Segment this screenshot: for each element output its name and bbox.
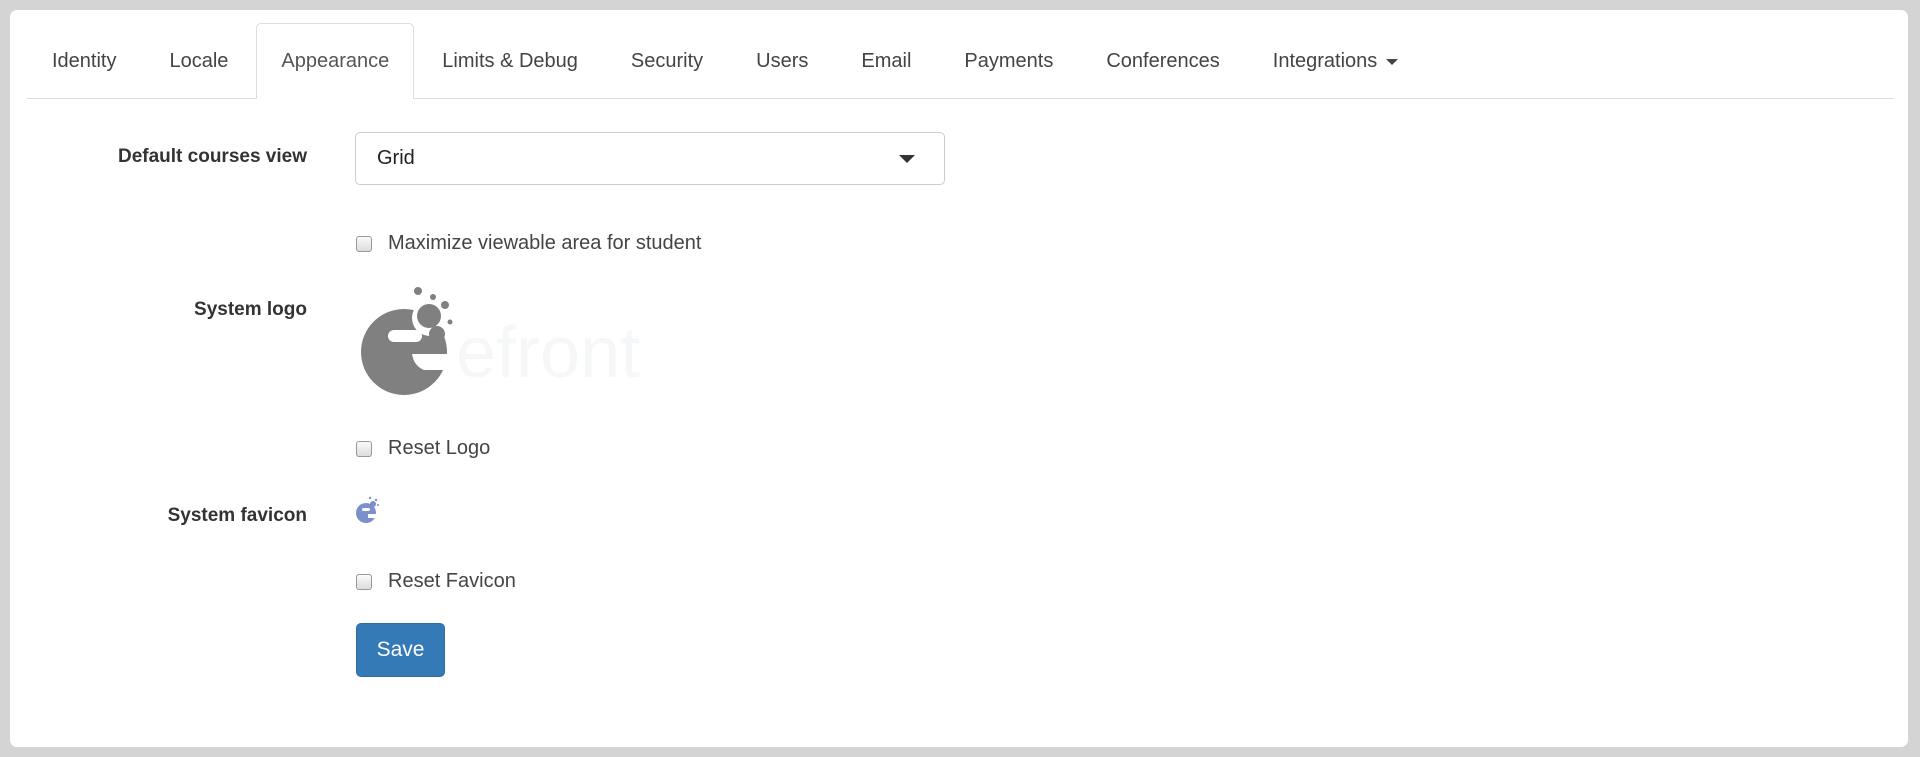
default-courses-view-label: Default courses view [117,146,307,167]
tab-identity[interactable]: Identity [27,24,141,98]
settings-panel: Identity Locale Appearance Limits & Debu… [10,10,1908,747]
tab-label: Limits & Debug [442,50,578,72]
checkbox-box[interactable] [356,440,372,457]
checkbox-box[interactable] [356,235,372,252]
tab-users[interactable]: Users [731,24,833,98]
tab-label: Integrations [1272,50,1378,72]
tab-label: Payments [964,50,1054,72]
system-logo-label: System logo [194,299,307,320]
tab-label: Locale [169,50,229,72]
checkbox-label: Reset Favicon [388,570,516,592]
tab-email[interactable]: Email [836,24,936,98]
tab-security[interactable]: Security [606,24,728,98]
select-value: Grid [377,147,415,169]
settings-tabs: Identity Locale Appearance Limits & Debu… [27,23,1894,99]
tab-label: Conferences [1106,50,1220,72]
tab-label: Email [861,50,912,72]
system-favicon-image [355,495,383,530]
caret-down-icon [899,155,915,163]
caret-down-icon [1386,58,1399,65]
tab-label: Security [630,50,704,72]
tab-conferences[interactable]: Conferences [1081,24,1244,98]
tab-limits-debug[interactable]: Limits & Debug [417,24,603,98]
checkbox-label: Reset Logo [388,437,491,459]
tab-label: Appearance [281,50,390,72]
reset-favicon-checkbox[interactable]: Reset Favicon [356,570,516,593]
tab-appearance[interactable]: Appearance [256,23,415,99]
checkbox-label: Maximize viewable area for student [388,232,702,254]
save-button[interactable]: Save [356,623,445,677]
system-logo-image: efront [354,282,674,402]
reset-logo-checkbox[interactable]: Reset Logo [356,437,490,460]
system-favicon-label: System favicon [167,505,307,526]
tab-label: Identity [52,50,117,72]
tab-integrations[interactable]: Integrations [1248,24,1424,98]
maximize-viewable-area-checkbox[interactable]: Maximize viewable area for student [356,232,701,255]
checkbox-box[interactable] [356,573,372,590]
logo-text: efront [456,313,640,393]
default-courses-view-select[interactable]: Grid [355,132,945,185]
tab-payments[interactable]: Payments [939,24,1078,98]
tab-locale[interactable]: Locale [144,24,253,98]
tab-label: Users [756,50,809,72]
